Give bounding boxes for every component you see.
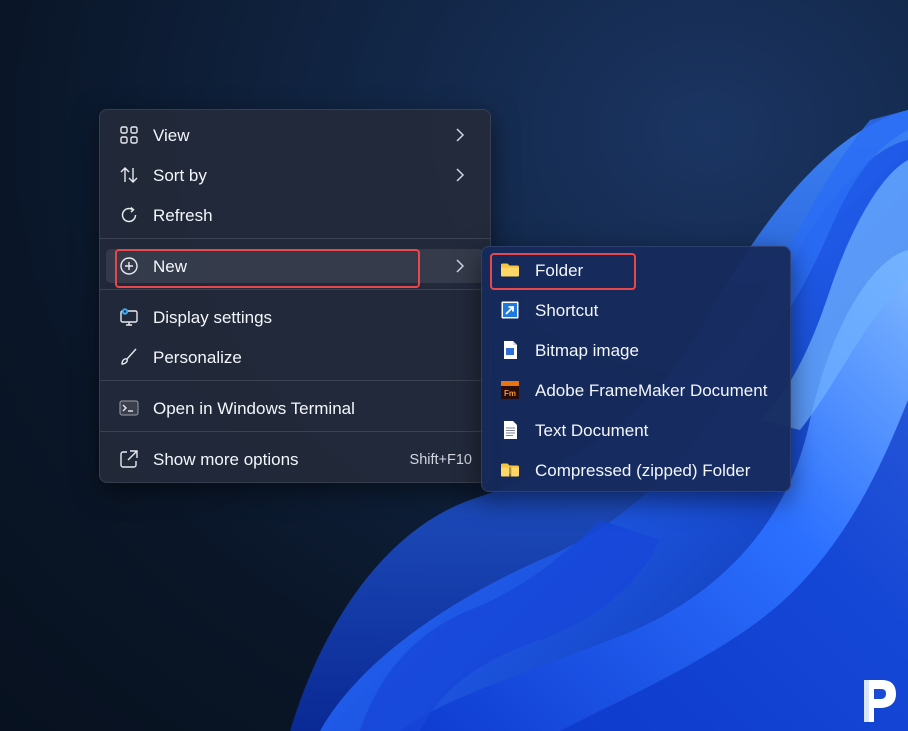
menu-item-label: Sort by: [153, 166, 207, 185]
submenu-item-framemaker-document[interactable]: Fm Adobe FrameMaker Document: [490, 373, 782, 407]
zip-folder-icon: [500, 460, 520, 480]
expand-icon: [119, 449, 139, 469]
framemaker-icon: Fm: [500, 380, 520, 400]
svg-text:Fm: Fm: [504, 389, 516, 398]
submenu-item-label: Shortcut: [535, 301, 599, 320]
submenu-item-text-document[interactable]: Text Document: [490, 413, 782, 447]
menu-item-new[interactable]: New: [106, 249, 484, 283]
menu-item-refresh[interactable]: Refresh: [106, 198, 484, 232]
menu-separator: [100, 431, 490, 432]
refresh-icon: [119, 205, 139, 225]
menu-separator: [100, 289, 490, 290]
menu-item-label: Open in Windows Terminal: [153, 399, 355, 418]
shortcut-arrow-icon: [500, 300, 520, 320]
keyboard-shortcut: Shift+F10: [409, 452, 472, 468]
menu-item-label: Display settings: [153, 308, 273, 327]
submenu-item-label: Bitmap image: [535, 341, 639, 360]
desktop-context-menu: View Sort by Refresh New Display setting…: [99, 109, 491, 483]
menu-item-sort-by[interactable]: Sort by: [106, 158, 484, 192]
chevron-right-icon: [453, 166, 467, 184]
chevron-right-icon: [453, 257, 467, 275]
menu-item-label: Show more options: [153, 450, 299, 469]
submenu-item-label: Folder: [535, 261, 584, 280]
menu-separator: [100, 238, 490, 239]
chevron-right-icon: [453, 126, 467, 144]
menu-item-open-terminal[interactable]: Open in Windows Terminal: [106, 391, 484, 425]
submenu-item-label: Compressed (zipped) Folder: [535, 461, 751, 480]
menu-item-label: Personalize: [153, 348, 242, 367]
submenu-item-folder[interactable]: Folder: [490, 253, 782, 287]
submenu-item-label: Text Document: [535, 421, 649, 440]
menu-item-show-more-options[interactable]: Show more options Shift+F10: [106, 442, 484, 476]
brand-logo-icon: [864, 680, 896, 722]
folder-icon: [500, 260, 520, 280]
sort-arrows-icon: [119, 165, 139, 185]
bitmap-file-icon: [500, 340, 520, 360]
brush-icon: [119, 347, 139, 367]
menu-item-label: Refresh: [153, 206, 213, 225]
submenu-item-shortcut[interactable]: Shortcut: [490, 293, 782, 327]
menu-item-label: New: [153, 257, 188, 276]
menu-item-label: View: [153, 126, 190, 145]
text-file-icon: [500, 420, 520, 440]
new-submenu: Folder Shortcut Bitmap image Fm Adobe Fr…: [481, 246, 791, 492]
display-settings-icon: [119, 307, 139, 327]
menu-item-personalize[interactable]: Personalize: [106, 340, 484, 374]
terminal-icon: [119, 398, 139, 418]
submenu-item-label: Adobe FrameMaker Document: [535, 381, 768, 400]
menu-item-display-settings[interactable]: Display settings: [106, 300, 484, 334]
menu-separator: [100, 380, 490, 381]
grid-icon: [119, 125, 139, 145]
plus-circle-icon: [119, 256, 139, 276]
submenu-item-bitmap-image[interactable]: Bitmap image: [490, 333, 782, 367]
submenu-item-compressed-folder[interactable]: Compressed (zipped) Folder: [490, 453, 782, 487]
menu-item-view[interactable]: View: [106, 118, 484, 152]
